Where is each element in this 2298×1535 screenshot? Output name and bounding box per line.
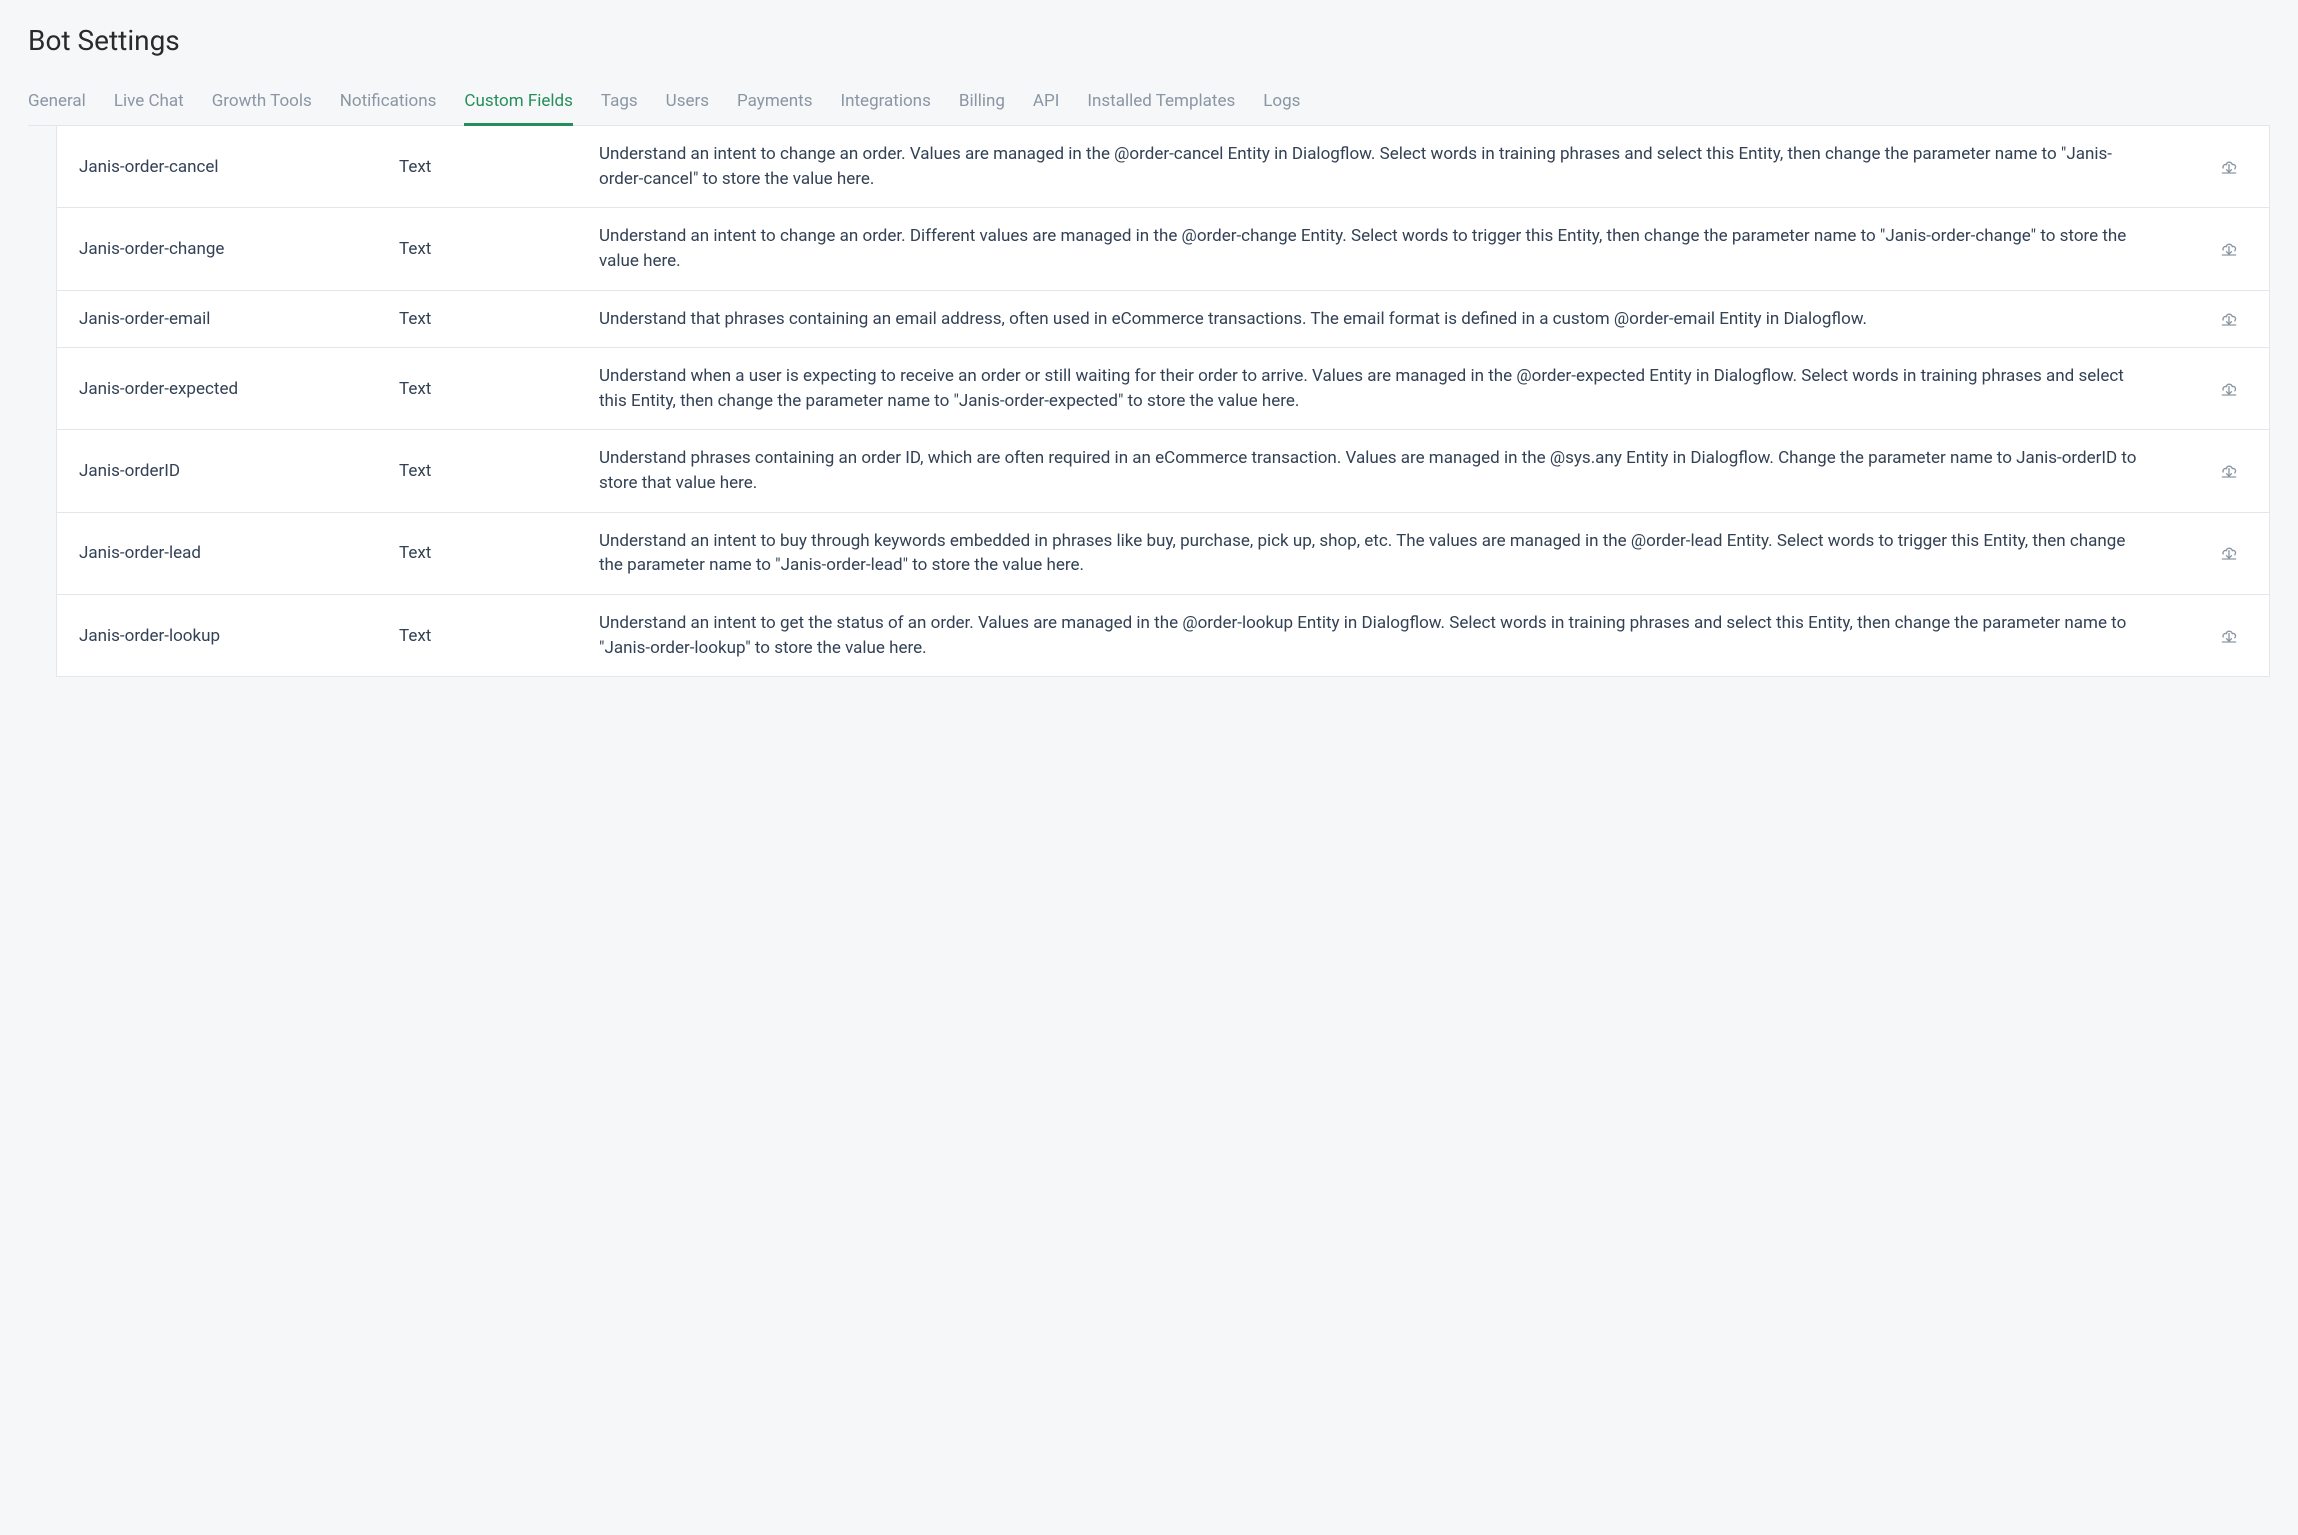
field-type: Text — [399, 309, 579, 329]
table-row: Janis-order-lookup Text Understand an inte… — [57, 595, 2269, 676]
field-name: Janis-order-lookup — [79, 626, 379, 646]
tab-payments[interactable]: Payments — [737, 81, 812, 125]
row-action — [2211, 544, 2247, 562]
download-icon[interactable] — [2219, 462, 2239, 480]
field-name: Janis-order-lead — [79, 543, 379, 563]
tab-general[interactable]: General — [28, 81, 86, 125]
table-row: Janis-order-email Text Understand that phr… — [57, 291, 2269, 349]
download-icon[interactable] — [2219, 380, 2239, 398]
tab-live-chat[interactable]: Live Chat — [114, 81, 184, 125]
field-type: Text — [399, 461, 579, 481]
row-action — [2211, 380, 2247, 398]
row-action — [2211, 240, 2247, 258]
tab-integrations[interactable]: Integrations — [840, 81, 930, 125]
field-type: Text — [399, 157, 579, 177]
download-icon[interactable] — [2219, 240, 2239, 258]
field-description: Understand an intent to buy through keyw… — [599, 529, 2191, 578]
row-action — [2211, 627, 2247, 645]
row-action — [2211, 310, 2247, 328]
field-type: Text — [399, 379, 579, 399]
tab-installed-templates[interactable]: Installed Templates — [1087, 81, 1235, 125]
table-row: Janis-order-change Text Understand an inte… — [57, 208, 2269, 290]
download-icon[interactable] — [2219, 544, 2239, 562]
field-description: Understand when a user is expecting to r… — [599, 364, 2191, 413]
field-description: Understand an intent to change an order.… — [599, 224, 2191, 273]
row-action — [2211, 158, 2247, 176]
download-icon[interactable] — [2219, 310, 2239, 328]
table-row: Janis-order-lead Text Understand an intent… — [57, 513, 2269, 595]
download-icon[interactable] — [2219, 158, 2239, 176]
field-type: Text — [399, 239, 579, 259]
field-type: Text — [399, 626, 579, 646]
field-name: Janis-order-email — [79, 309, 379, 329]
field-description: Understand an intent to change an order.… — [599, 142, 2191, 191]
table-row: Janis-order-cancel Text Understand an inte… — [57, 126, 2269, 208]
tab-logs[interactable]: Logs — [1263, 81, 1300, 125]
tab-custom-fields[interactable]: Custom Fields — [464, 81, 572, 125]
field-name: Janis-orderID — [79, 461, 379, 481]
tab-users[interactable]: Users — [666, 81, 709, 125]
table-row: Janis-orderID Text Understand phrases cont… — [57, 430, 2269, 512]
page-title: Bot Settings — [28, 24, 2270, 57]
tab-growth-tools[interactable]: Growth Tools — [212, 81, 312, 125]
field-name: Janis-order-cancel — [79, 157, 379, 177]
field-name: Janis-order-change — [79, 239, 379, 259]
tab-api[interactable]: API — [1033, 81, 1059, 125]
field-description: Understand that phrases containing an em… — [599, 307, 2191, 332]
table-row: Janis-order-expected Text Understand when … — [57, 348, 2269, 430]
custom-fields-table: Janis-order-cancel Text Understand an inte… — [56, 126, 2270, 677]
tab-notifications[interactable]: Notifications — [340, 81, 437, 125]
field-type: Text — [399, 543, 579, 563]
tab-tags[interactable]: Tags — [601, 81, 638, 125]
tabs-nav: General Live Chat Growth Tools Notification… — [28, 81, 2270, 126]
row-action — [2211, 462, 2247, 480]
field-description: Understand phrases containing an order I… — [599, 446, 2191, 495]
tab-billing[interactable]: Billing — [959, 81, 1005, 125]
field-name: Janis-order-expected — [79, 379, 379, 399]
field-description: Understand an intent to get the status o… — [599, 611, 2191, 660]
download-icon[interactable] — [2219, 627, 2239, 645]
